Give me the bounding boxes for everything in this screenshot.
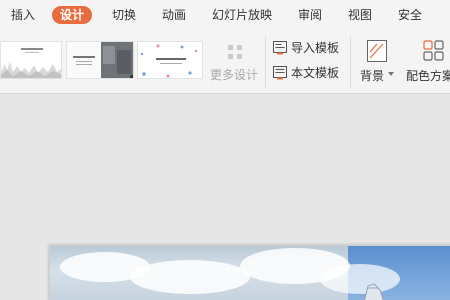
grid-icon xyxy=(228,45,242,59)
ribbon-divider xyxy=(350,36,351,88)
more-design-button[interactable]: 更多设计 xyxy=(205,38,263,86)
background-icon xyxy=(367,40,387,62)
import-template-button[interactable]: 导入模板 xyxy=(272,38,346,58)
menu-item-slideshow[interactable]: 幻灯片放映 xyxy=(212,7,272,24)
background-button[interactable]: 背景 xyxy=(358,37,396,87)
ribbon-divider xyxy=(265,36,266,88)
slide-decoration-image xyxy=(364,283,384,300)
slide-cloud xyxy=(320,264,400,294)
import-template-icon xyxy=(273,41,287,55)
slide-canvas[interactable] xyxy=(49,245,450,300)
template-preview-image xyxy=(138,42,202,78)
design-template-thumbnail[interactable] xyxy=(66,41,134,79)
menu-item-animation[interactable]: 动画 xyxy=(162,7,186,24)
template-preview-image xyxy=(1,42,61,78)
slide-cloud xyxy=(130,260,250,294)
design-template-thumbnail[interactable] xyxy=(137,41,203,79)
color-scheme-button[interactable]: 配色方案 xyxy=(405,37,450,87)
body-template-button[interactable]: 本文模板 xyxy=(272,63,346,83)
template-preview-image xyxy=(67,42,133,78)
more-design-label: 更多设计 xyxy=(209,68,258,82)
menu-item-security[interactable]: 安全 xyxy=(398,7,422,24)
body-template-label: 本文模板 xyxy=(291,66,340,80)
chevron-down-icon[interactable] xyxy=(388,72,394,76)
import-template-label: 导入模板 xyxy=(291,41,340,55)
menu-item-transition[interactable]: 切换 xyxy=(112,7,136,24)
menu-item-insert[interactable]: 插入 xyxy=(11,7,35,24)
menu-bar: 插入 设计 切换 动画 幻灯片放映 审阅 视图 安全 xyxy=(0,0,450,30)
document-template-icon xyxy=(273,66,287,80)
menu-item-review[interactable]: 审阅 xyxy=(298,7,322,24)
color-scheme-icon xyxy=(423,40,444,61)
background-label: 背景 xyxy=(360,69,385,83)
menu-item-view[interactable]: 视图 xyxy=(348,7,372,24)
color-scheme-label: 配色方案 xyxy=(406,69,450,83)
menu-item-design[interactable]: 设计 xyxy=(52,6,93,24)
design-template-thumbnail[interactable] xyxy=(0,41,62,79)
